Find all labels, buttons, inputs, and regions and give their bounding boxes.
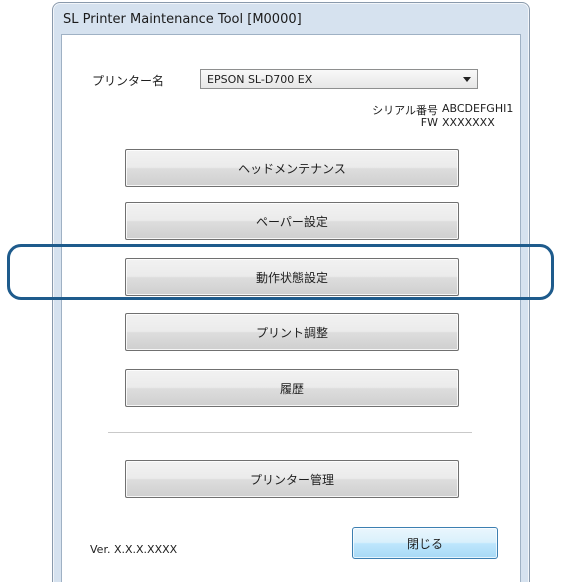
serial-number-value: ABCDEFGHI1 — [442, 102, 514, 115]
operation-status-settings-button[interactable]: 動作状態設定 — [125, 258, 459, 296]
printer-management-button[interactable]: プリンター管理 — [125, 460, 459, 498]
dialog-body: プリンター名 EPSON SL-D700 EX シリアル番号 ABCDEFGHI… — [61, 34, 521, 582]
version-text: Ver. X.X.X.XXXX — [90, 543, 178, 556]
window-title: SL Printer Maintenance Tool [M0000] — [63, 12, 302, 27]
head-maintenance-button[interactable]: ヘッドメンテナンス — [125, 149, 459, 187]
title-bar[interactable]: SL Printer Maintenance Tool [M0000] — [53, 3, 529, 33]
print-adjustment-button[interactable]: プリント調整 — [125, 313, 459, 351]
fw-label: FW — [420, 116, 438, 129]
history-button[interactable]: 履歴 — [125, 369, 459, 407]
chevron-down-icon — [463, 77, 471, 82]
printer-name-label: プリンター名 — [92, 74, 165, 88]
screenshot-stage: SL Printer Maintenance Tool [M0000] プリンタ… — [0, 0, 561, 582]
maintenance-tool-window: SL Printer Maintenance Tool [M0000] プリンタ… — [52, 2, 530, 582]
printer-select[interactable]: EPSON SL-D700 EX — [200, 69, 478, 89]
section-divider — [108, 432, 472, 433]
close-button[interactable]: 閉じる — [352, 527, 498, 559]
fw-value: XXXXXXX — [442, 116, 495, 129]
printer-select-value: EPSON SL-D700 EX — [207, 73, 313, 86]
paper-settings-button[interactable]: ペーパー設定 — [125, 202, 459, 240]
